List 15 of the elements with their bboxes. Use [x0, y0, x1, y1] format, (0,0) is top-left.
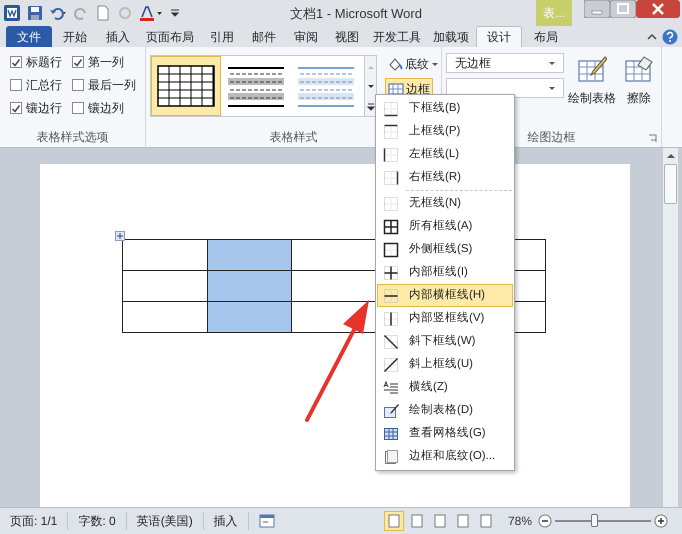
checkbox-label: 镶边列 [88, 100, 124, 117]
checkbox-label: 标题行 [26, 54, 62, 71]
checkbox-label: 汇总行 [26, 77, 62, 94]
status-text: 英语(美国) [126, 512, 204, 530]
group-label: 表格样式 [270, 129, 318, 146]
status-text: 插入 [204, 512, 249, 530]
checkbox-label: 最后一列 [88, 77, 136, 94]
zoom-level: 78% [508, 513, 532, 530]
group-label: 表格样式选项 [36, 129, 108, 146]
status-text: 字数: 0 [68, 512, 127, 530]
group-label: 绘图边框 [528, 129, 576, 146]
checkbox-label: 第一列 [88, 54, 124, 71]
window-title: 文档1 - Microsoft Word [290, 5, 422, 23]
checkbox-label: 镶边行 [26, 100, 62, 117]
status-text: 页面: 1/1 [0, 512, 68, 530]
